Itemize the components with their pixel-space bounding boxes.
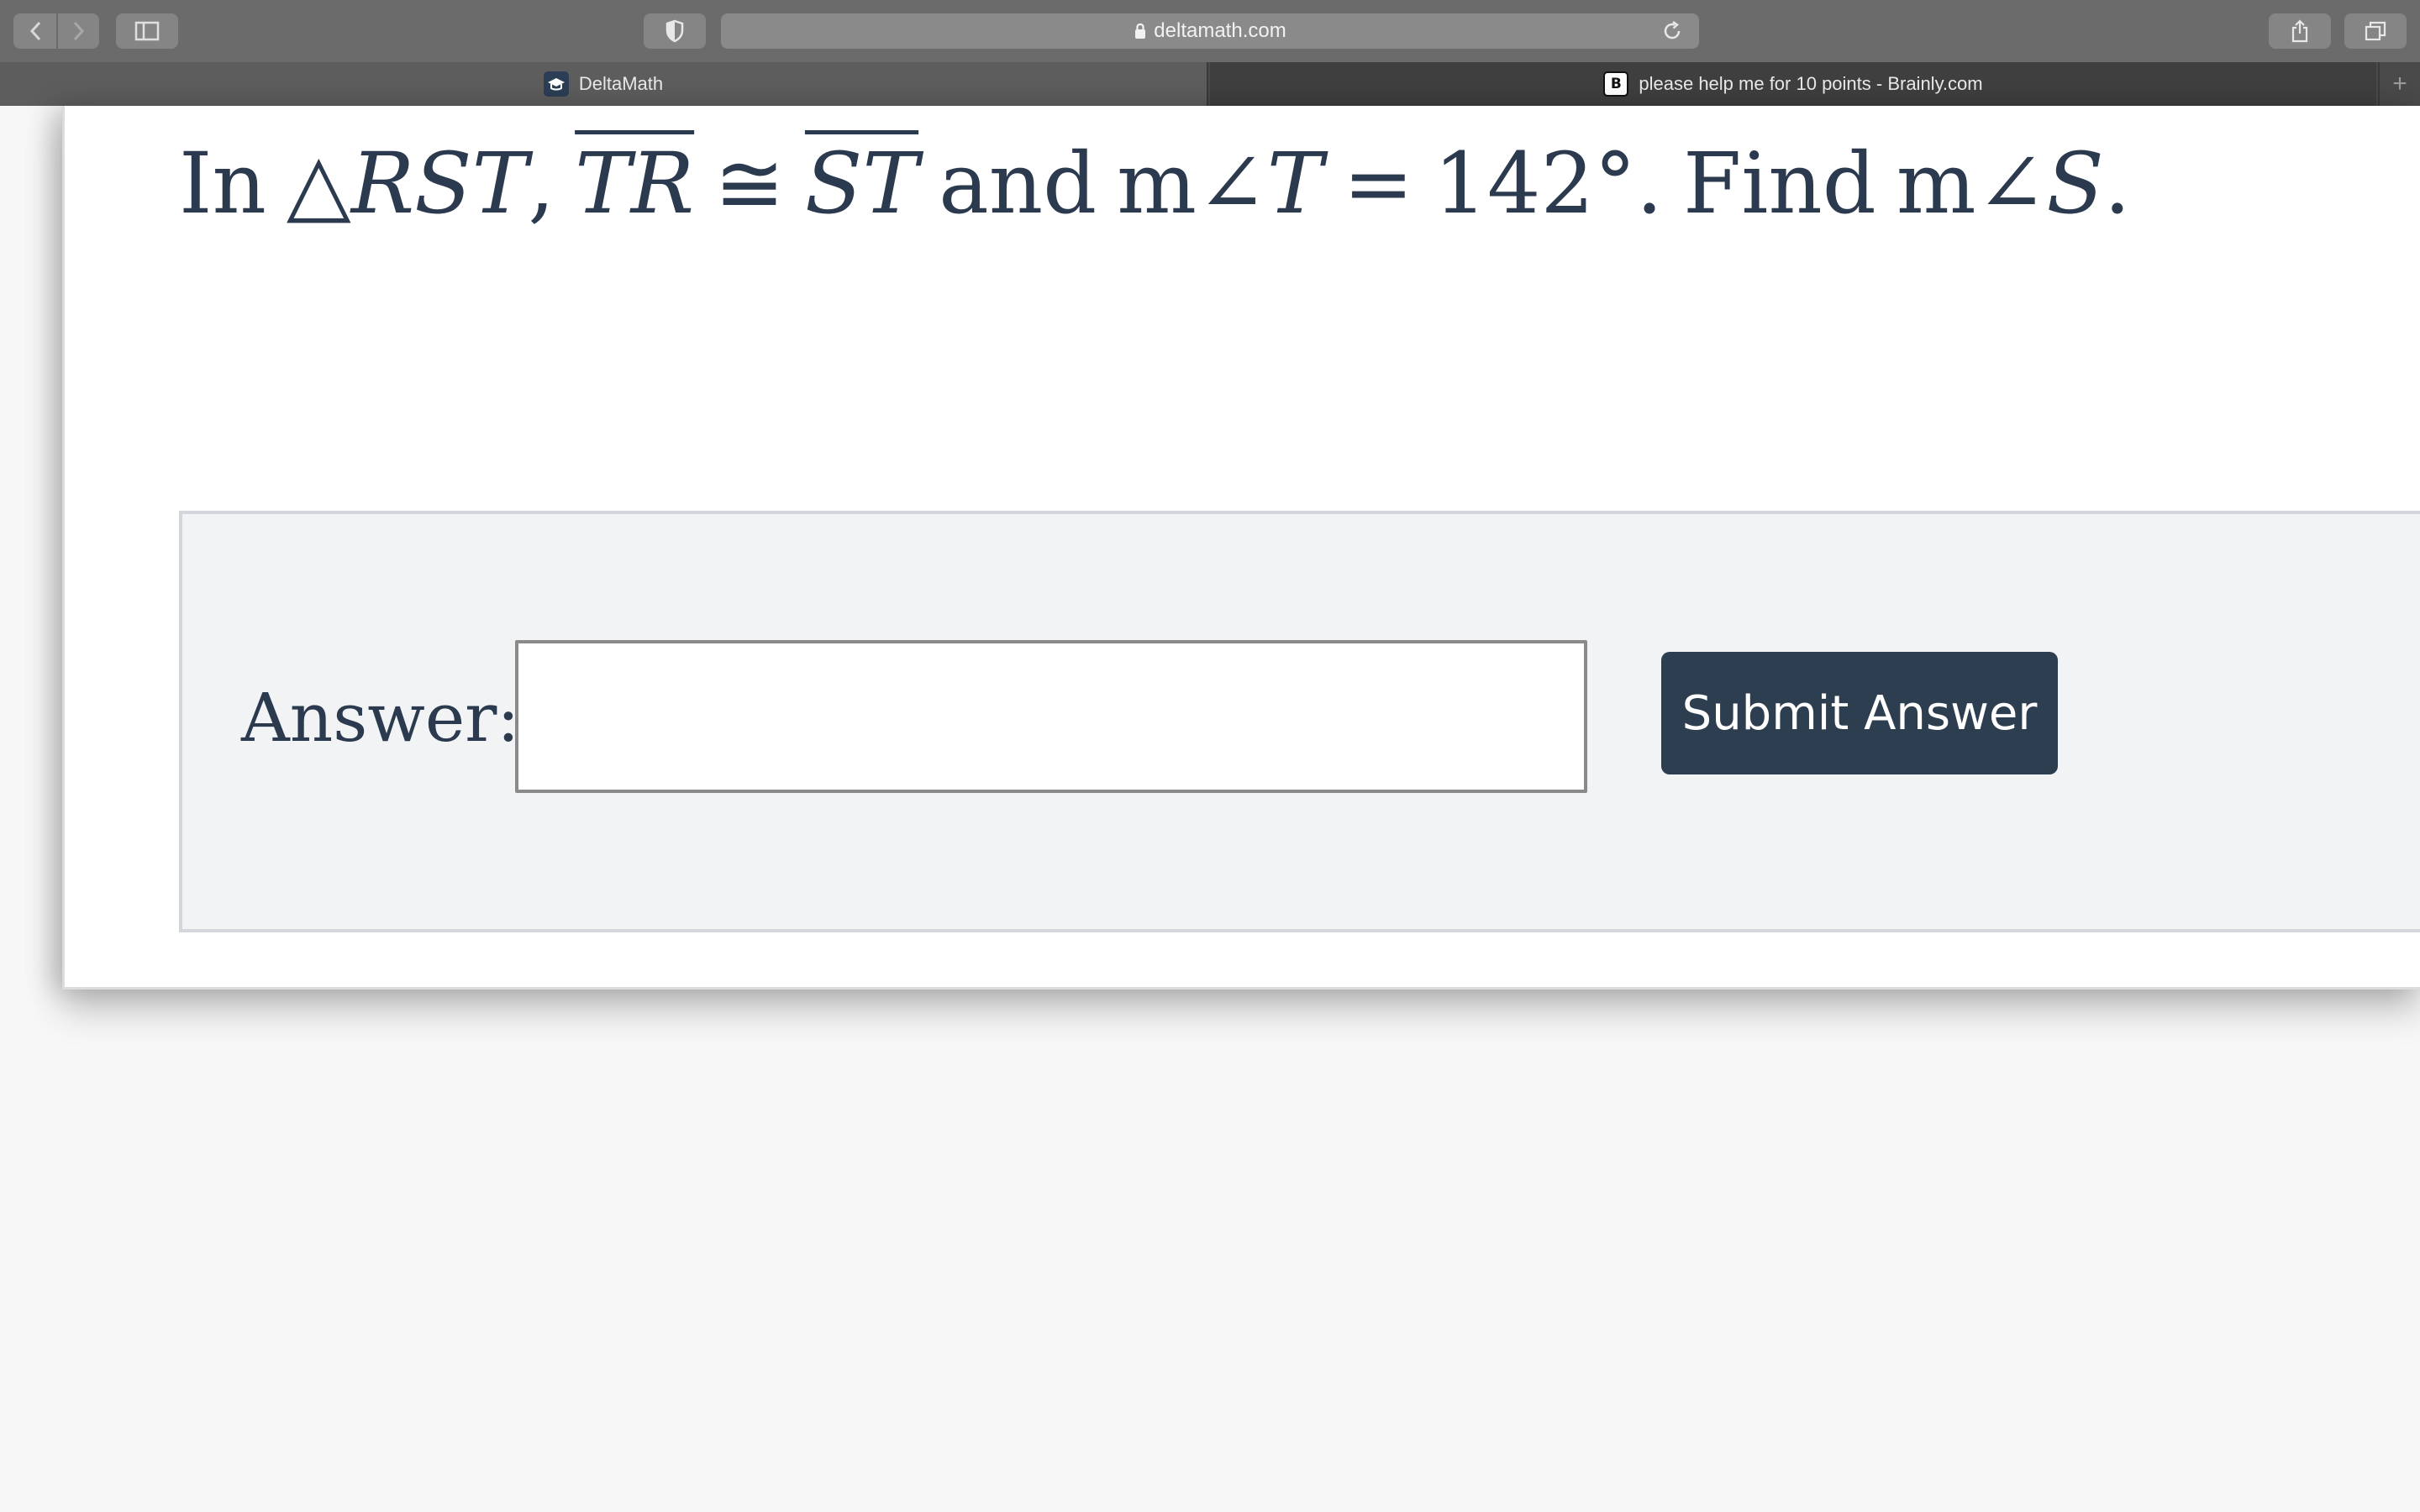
new-tab-button[interactable]: + xyxy=(2378,62,2420,106)
plus-icon: + xyxy=(2392,70,2407,97)
congruent-symbol: ≅ xyxy=(714,134,785,233)
answer-input[interactable] xyxy=(515,640,1587,793)
brainly-logo-icon: B xyxy=(1603,71,1629,97)
tab-title: DeltaMath xyxy=(578,73,664,94)
url-text: deltamath.com xyxy=(1154,19,1286,42)
angle-find-label: m∠ xyxy=(1896,134,2047,233)
equals-sign: = xyxy=(1343,134,1414,233)
tab-brainly[interactable]: B please help me for 10 points - Brainly… xyxy=(1210,62,2376,106)
comma: , xyxy=(528,134,555,233)
final-period: . xyxy=(2103,134,2131,233)
answer-panel: Answer: Submit Answer xyxy=(179,511,2420,932)
address-bar[interactable]: deltamath.com xyxy=(721,13,1699,49)
problem-statement: In △ RST , TR ≅ ST and m∠ T = 142°. Find… xyxy=(179,134,2131,235)
triangle-name: RST xyxy=(350,134,529,233)
tab-deltamath[interactable]: DeltaMath xyxy=(0,62,1208,106)
share-icon xyxy=(2291,19,2308,43)
lock-icon xyxy=(1135,23,1146,39)
back-button[interactable] xyxy=(13,13,56,49)
tab-overview-button[interactable] xyxy=(2344,13,2407,49)
and-word: and xyxy=(939,134,1097,233)
sidebar-toggle-button[interactable] xyxy=(116,13,178,49)
triangle-symbol: △ xyxy=(286,134,351,233)
tab-bar: DeltaMath B please help me for 10 points… xyxy=(0,62,2420,106)
sidebar-icon xyxy=(134,21,160,41)
shield-icon xyxy=(666,19,684,43)
problem-card: In △ RST , TR ≅ ST and m∠ T = 142°. Find… xyxy=(62,106,2420,990)
reload-icon[interactable] xyxy=(1660,19,1684,43)
angle-given-label: m∠ xyxy=(1117,134,1267,233)
chevron-left-icon xyxy=(29,21,40,41)
angle-given-vertex: T xyxy=(1266,134,1323,233)
submit-answer-button[interactable]: Submit Answer xyxy=(1661,652,2058,774)
segment-st: ST xyxy=(804,134,919,233)
forward-button[interactable] xyxy=(56,13,99,49)
answer-label: Answer: xyxy=(241,679,520,757)
browser-toolbar: deltamath.com xyxy=(0,0,2420,62)
chevron-right-icon xyxy=(73,21,84,41)
nav-buttons xyxy=(13,13,99,49)
privacy-report-button[interactable] xyxy=(644,13,706,49)
tab-title: please help me for 10 points - Brainly.c… xyxy=(1639,73,1983,94)
share-button[interactable] xyxy=(2269,13,2331,49)
problem-prefix: In xyxy=(179,134,266,233)
angle-value: 142°. xyxy=(1434,134,1663,233)
angle-find-vertex: S xyxy=(2046,134,2104,233)
segment-tr: TR xyxy=(575,134,695,233)
tabs-overview-icon xyxy=(2365,21,2386,41)
find-word: Find xyxy=(1682,134,1876,233)
deltamath-logo-icon xyxy=(543,71,569,97)
